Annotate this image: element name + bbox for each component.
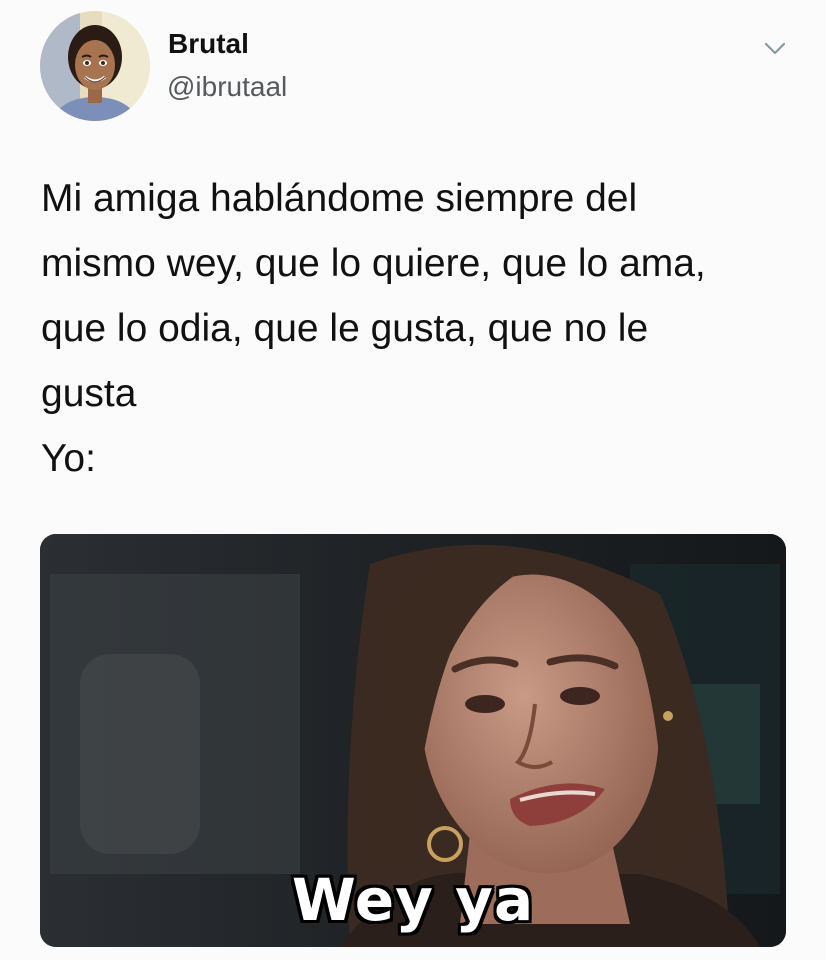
avatar[interactable] (40, 11, 150, 121)
tweet-text-line: Mi amiga hablándome siempre del (41, 177, 638, 220)
tweet-text-line: gusta (41, 372, 137, 415)
author-handle[interactable]: @ibrutaal (167, 71, 287, 103)
cartoon-avatar-icon (40, 11, 150, 121)
tweet-media-image[interactable]: Wey ya (40, 534, 786, 947)
meme-caption: Wey ya (291, 866, 535, 934)
tweet-menu-button[interactable] (758, 36, 792, 62)
tweet-text-line: Yo: (41, 437, 96, 480)
tweet-card: Brutal @ibrutaal Mi amiga hablándome sie… (0, 0, 826, 960)
author-display-name[interactable]: Brutal (168, 28, 249, 60)
tweet-text-line: mismo wey, que lo quiere, que lo ama, (41, 242, 706, 285)
tweet-text-line: que lo odia, que le gusta, que no le (41, 307, 649, 350)
chevron-down-icon (764, 42, 786, 55)
tweet-text: Mi amiga hablándome siempre del mismo we… (41, 166, 786, 491)
